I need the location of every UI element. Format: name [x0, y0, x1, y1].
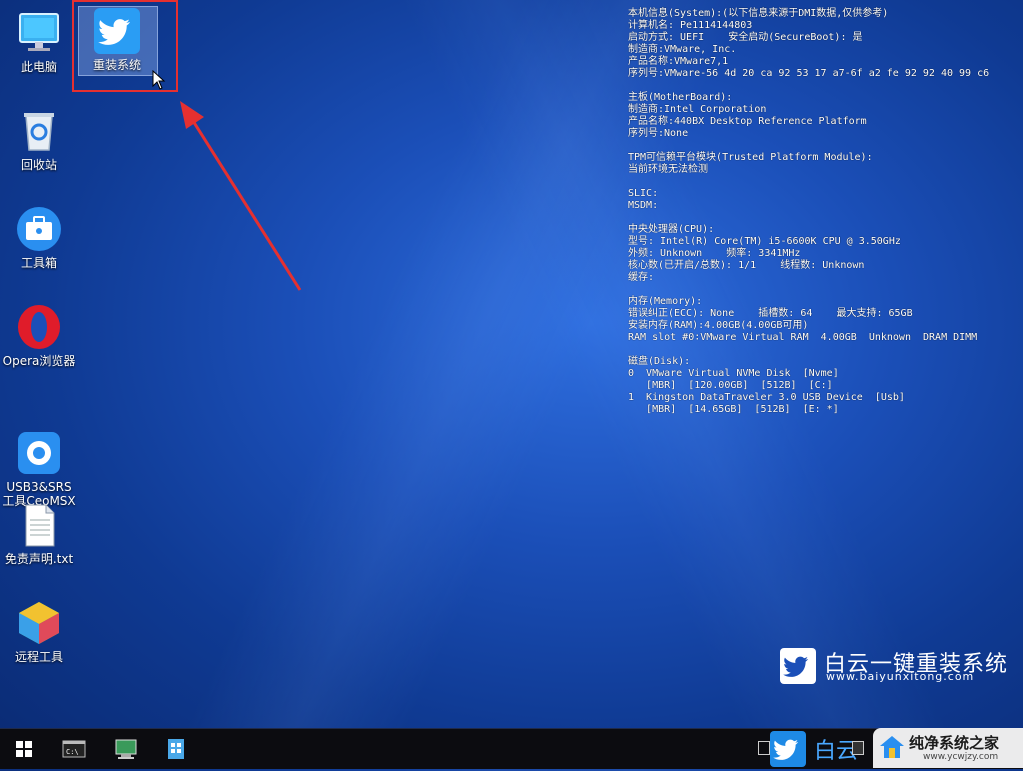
house-icon — [879, 734, 905, 760]
desktop-icon-toolbox[interactable]: 工具箱 — [0, 206, 78, 270]
watermark-text: 纯净系统之家 — [909, 734, 1000, 752]
bird-icon — [94, 8, 140, 54]
annotation-arrow — [180, 101, 302, 291]
watermark-url: www.ycwjzy.com — [923, 752, 999, 762]
sysinfo-line: 当前环境无法检测 — [628, 164, 708, 175]
bird-icon — [780, 648, 816, 684]
sysinfo-line — [628, 212, 989, 224]
sysinfo-line — [628, 80, 989, 92]
sysinfo-line: RAM slot #0∶VMware Virtual RAM 4.00GB Un… — [628, 332, 978, 343]
tray-battery-icon[interactable] — [852, 741, 864, 755]
sysinfo-line: [MBR] [120.00GB] [512B] [C:] — [628, 380, 833, 391]
desktop-icon-remote-tool[interactable]: 远程工具 — [0, 600, 78, 664]
recycle-bin-icon — [16, 108, 62, 154]
taskbar: C:\ 白云 — [0, 728, 1023, 769]
sysinfo-line: 产品名称:VMware7,1 — [628, 56, 729, 67]
svg-text:C:\: C:\ — [66, 748, 79, 756]
sysinfo-line: 外频: Unknown 频率: 3341MHz — [628, 248, 801, 259]
system-info-panel: 本机信息(System):(以下信息来源于DMI数据,仅供参考) 计算机名: Pe… — [628, 8, 989, 416]
watermark: 纯净系统之家 www.ycwjzy.com — [873, 728, 1023, 768]
sysinfo-line: 计算机名: Pe1114144803 — [628, 20, 753, 31]
remote-tool-icon — [16, 600, 62, 646]
windows-start-icon[interactable] — [10, 735, 38, 763]
sysinfo-line: 内存(Memory): — [628, 296, 703, 307]
sysinfo-line: 1 Kingston DataTraveler 3.0 USB Device [… — [628, 392, 905, 403]
desktop-icon-disclaimer[interactable]: 免责声明.txt — [0, 502, 78, 566]
desktop-icon-opera[interactable]: Opera浏览器 — [0, 304, 78, 368]
sysinfo-line: 本机信息(System):(以下信息来源于DMI数据,仅供参考) — [628, 8, 889, 19]
computer-icon — [16, 10, 62, 56]
sysinfo-line: 启动方式: UEFI 安全启动(SecureBoot): 是 — [628, 32, 863, 43]
sysinfo-line: 序列号:VMware-56 4d 20 ca 92 53 17 a7-6f a2… — [628, 68, 990, 79]
desktop-icon-label: 回收站 — [20, 158, 57, 172]
sysinfo-line: 0 VMware Virtual NVMe Disk [Nvme] — [628, 368, 839, 379]
brand-url: www.baiyunxitong.com — [826, 670, 975, 683]
desktop-icon-label: 远程工具 — [14, 650, 63, 664]
sysinfo-line — [628, 344, 989, 356]
desktop-icon-label: 此电脑 — [20, 60, 57, 74]
sysinfo-line: 型号: Intel(R) Core(TM) i5-6600K CPU @ 3.5… — [628, 236, 901, 247]
sysinfo-line — [628, 176, 989, 188]
desktop-icon-reinstall-system[interactable]: 重装系统 — [78, 8, 156, 72]
cmd-icon[interactable]: C:\ — [60, 735, 88, 763]
tray-bird-icon[interactable] — [770, 731, 806, 767]
sysinfo-line: 核心数(已开启/总数): 1/1 线程数: Unknown — [628, 260, 865, 271]
sysinfo-line: [MBR] [14.65GB] [512B] [E: *] — [628, 404, 839, 415]
sysinfo-line: TPM可信赖平台模块(Trusted Platform Module): — [628, 152, 873, 163]
desktop-icon-this-pc[interactable]: 此电脑 — [0, 10, 78, 74]
desktop-icon-label: 工具箱 — [20, 256, 57, 270]
sysinfo-line: MSDM: — [628, 200, 659, 211]
desktop-icon-label: 重装系统 — [92, 58, 141, 72]
desktop-icon-recycle-bin[interactable]: 回收站 — [0, 108, 78, 172]
sysinfo-line: 缓存: — [628, 272, 655, 283]
sysinfo-line: 错误纠正(ECC): None 插槽数: 64 最大支持: 65GB — [628, 308, 913, 319]
tray-network-icon[interactable] — [758, 741, 770, 755]
sysinfo-line: 序列号:None — [628, 128, 689, 139]
text-file-icon — [16, 502, 62, 548]
opera-icon — [16, 304, 62, 350]
network-tool-icon[interactable] — [162, 735, 190, 763]
desktop-icon-label: Opera浏览器 — [2, 354, 76, 368]
toolbox-icon — [16, 206, 62, 252]
sysinfo-line: 产品名称:440BX Desktop Reference Platform — [628, 116, 867, 127]
sysinfo-line: SLIC: — [628, 188, 659, 199]
sysinfo-line: 主板(MotherBoard): — [628, 92, 733, 103]
desktop-icon-label: 免责声明.txt — [4, 552, 74, 566]
sysinfo-line: 磁盘(Disk): — [628, 356, 691, 367]
sysinfo-line: 制造商:Intel Corporation — [628, 104, 767, 115]
sysinfo-line — [628, 140, 989, 152]
sysinfo-line — [628, 284, 989, 296]
desktop: 此电脑 重装系统 回收站 工具箱 Opera浏览器 USB3&SRS 工具Ceo… — [0, 0, 1023, 728]
sysinfo-line: 中央处理器(CPU): — [628, 224, 715, 235]
sysinfo-line: 安装内存(RAM):4.00GB(4.00GB可用) — [628, 320, 809, 331]
sysinfo-line: 制造商:VMware, Inc. — [628, 44, 737, 55]
usb-tool-icon — [16, 416, 62, 474]
mouse-cursor-icon — [152, 70, 166, 90]
system-tool-icon[interactable] — [112, 735, 140, 763]
